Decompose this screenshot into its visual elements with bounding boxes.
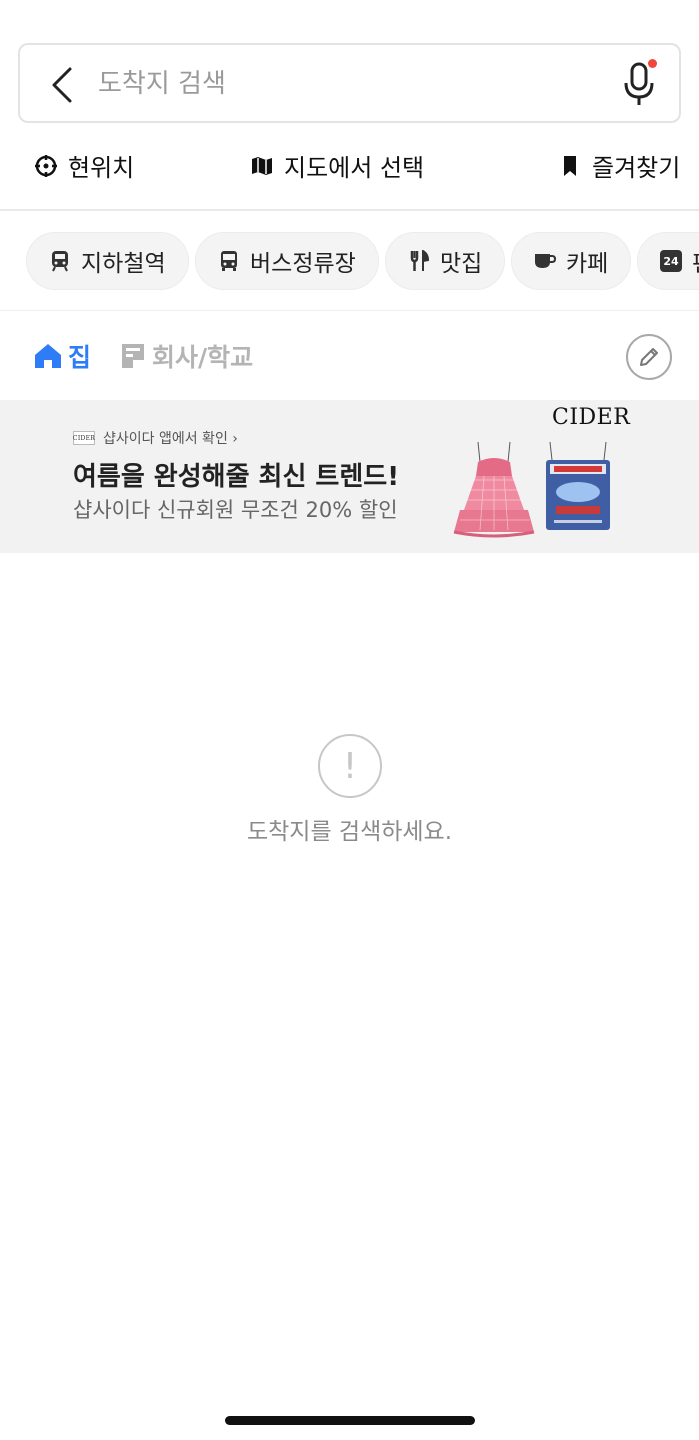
convenience-24-icon: 24 bbox=[660, 250, 682, 272]
search-bar bbox=[18, 43, 681, 123]
quick-actions: 현위치 지도에서 선택 즐겨찾기 bbox=[0, 140, 699, 194]
bus-icon bbox=[218, 250, 240, 272]
tab-work-school-label: 회사/학교 bbox=[152, 343, 254, 372]
pencil-icon bbox=[640, 348, 658, 366]
select-on-map-label: 지도에서 선택 bbox=[284, 154, 425, 182]
edit-places-button[interactable] bbox=[626, 334, 672, 380]
chip-subway[interactable]: 지하철역 bbox=[26, 232, 189, 290]
map-icon bbox=[250, 154, 274, 178]
cafe-icon bbox=[534, 250, 556, 272]
tab-home[interactable]: 집 bbox=[34, 338, 91, 374]
select-on-map-button[interactable]: 지도에서 선택 bbox=[250, 148, 424, 183]
back-button[interactable] bbox=[42, 63, 82, 107]
chip-bus-stop[interactable]: 버스정류장 bbox=[195, 232, 379, 290]
pink-dress-image bbox=[453, 441, 535, 538]
favorites-button[interactable]: 즐겨찾기 bbox=[558, 148, 680, 183]
tab-home-label: 집 bbox=[68, 343, 92, 372]
bookmark-icon bbox=[558, 154, 582, 178]
chip-bus-stop-label: 버스정류장 bbox=[250, 251, 356, 277]
crosshair-icon bbox=[34, 154, 58, 178]
ad-brand-logo: CIDER bbox=[552, 405, 631, 430]
ad-source[interactable]: CIDER 샵사이다 앱에서 확인 › bbox=[73, 428, 238, 448]
chip-cafe-label: 카페 bbox=[566, 251, 609, 277]
chip-restaurant-label: 맛집 bbox=[440, 251, 483, 277]
subway-icon bbox=[49, 250, 71, 272]
exclamation-circle-icon: ! bbox=[318, 734, 382, 798]
category-chips: 지하철역 버스정류장 맛집 카페 24 bbox=[0, 232, 699, 290]
tab-work-school[interactable]: 회사/학교 bbox=[120, 338, 253, 374]
chip-convenience-store-label: 편 bbox=[692, 244, 699, 278]
home-indicator[interactable] bbox=[225, 1416, 475, 1425]
favorites-label: 즐겨찾기 bbox=[592, 154, 681, 182]
destination-search-input[interactable] bbox=[98, 59, 578, 109]
empty-state-message: 도착지를 검색하세요. bbox=[246, 819, 453, 845]
current-location-label: 현위치 bbox=[68, 154, 135, 182]
ad-headline: 여름을 완성해줄 최신 트렌드! bbox=[73, 462, 400, 492]
home-icon bbox=[35, 344, 61, 368]
ad-subtext: 샵사이다 신규회원 무조건 20% 할인 bbox=[73, 498, 398, 522]
current-location-button[interactable]: 현위치 bbox=[34, 148, 134, 183]
section-divider bbox=[0, 209, 699, 211]
chip-restaurant[interactable]: 맛집 bbox=[385, 232, 506, 290]
chip-subway-label: 지하철역 bbox=[81, 251, 166, 277]
chip-convenience-store[interactable]: 24 편 bbox=[637, 232, 699, 290]
voice-search-button[interactable] bbox=[617, 57, 661, 111]
notification-dot bbox=[648, 59, 657, 68]
section-divider bbox=[0, 310, 699, 311]
ad-source-text: 샵사이다 앱에서 확인 › bbox=[103, 431, 238, 447]
chip-cafe[interactable]: 카페 bbox=[511, 232, 632, 290]
denim-top-image bbox=[546, 441, 610, 530]
cider-small-logo: CIDER bbox=[73, 431, 95, 445]
chevron-left-icon bbox=[52, 67, 72, 103]
building-icon bbox=[122, 344, 144, 368]
saved-place-tabs: 집 회사/학교 bbox=[0, 330, 699, 382]
restaurant-icon bbox=[408, 250, 430, 272]
